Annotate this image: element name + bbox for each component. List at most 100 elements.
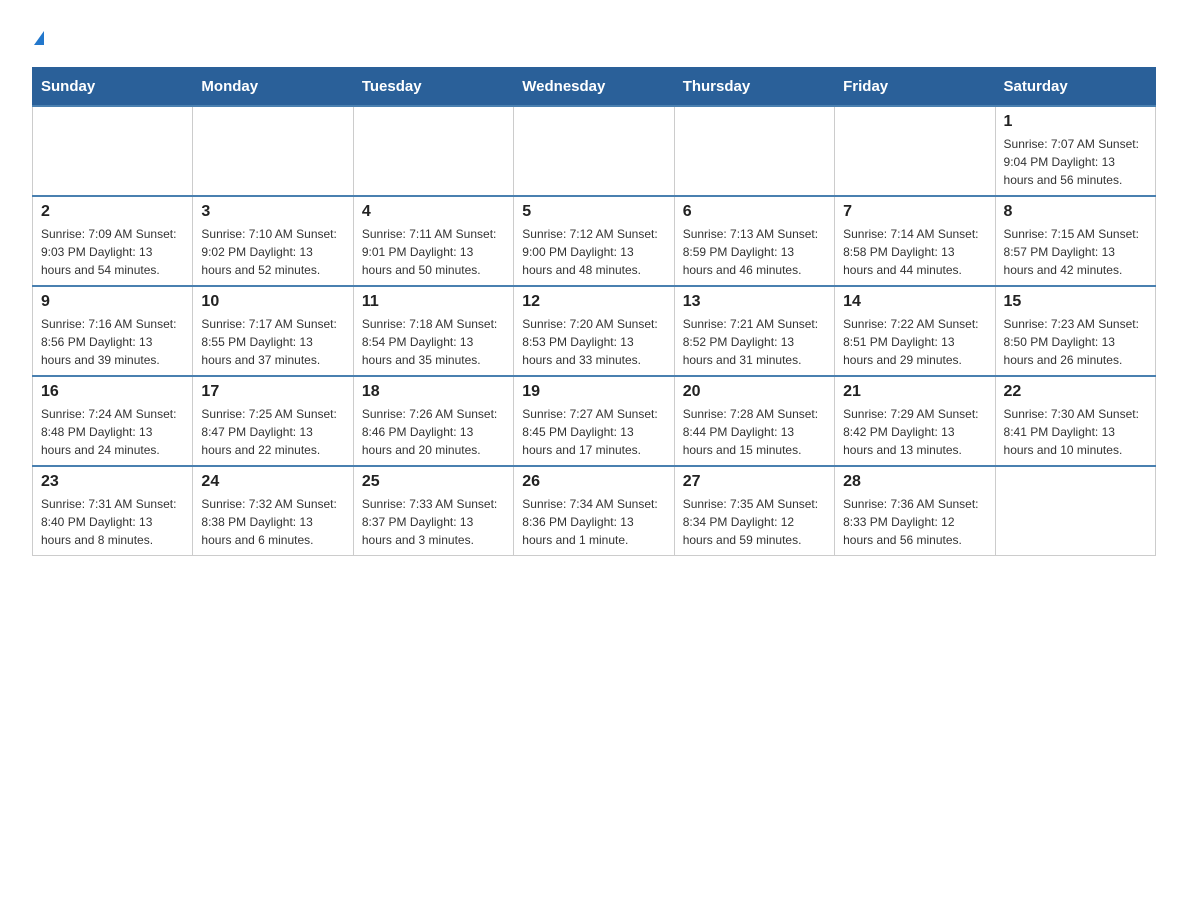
day-number: 24 — [201, 473, 344, 491]
day-cell: 20 Sunrise: 7:28 AM Sunset: 8:44 PM Dayli… — [674, 376, 834, 466]
day-number: 16 — [41, 383, 184, 401]
calendar-body: 1 Sunrise: 7:07 AM Sunset: 9:04 PM Daylig… — [33, 106, 1156, 556]
week-row-0: 1 Sunrise: 7:07 AM Sunset: 9:04 PM Daylig… — [33, 106, 1156, 196]
day-cell: 14 Sunrise: 7:22 AM Sunset: 8:51 PM Dayli… — [835, 286, 995, 376]
day-cell: 3 Sunrise: 7:10 AM Sunset: 9:02 PM Daylig… — [193, 196, 353, 286]
header-sunday: Sunday — [33, 68, 193, 107]
day-number: 26 — [522, 473, 665, 491]
day-number: 22 — [1004, 383, 1147, 401]
week-row-1: 2 Sunrise: 7:09 AM Sunset: 9:03 PM Daylig… — [33, 196, 1156, 286]
header-friday: Friday — [835, 68, 995, 107]
day-cell: 23 Sunrise: 7:31 AM Sunset: 8:40 PM Dayli… — [33, 466, 193, 556]
day-info: Sunrise: 7:29 AM Sunset: 8:42 PM Dayligh… — [843, 405, 986, 459]
week-row-2: 9 Sunrise: 7:16 AM Sunset: 8:56 PM Daylig… — [33, 286, 1156, 376]
day-number: 7 — [843, 203, 986, 221]
weekday-header-row: Sunday Monday Tuesday Wednesday Thursday… — [33, 68, 1156, 107]
day-cell: 26 Sunrise: 7:34 AM Sunset: 8:36 PM Dayli… — [514, 466, 674, 556]
day-cell: 19 Sunrise: 7:27 AM Sunset: 8:45 PM Dayli… — [514, 376, 674, 466]
day-number: 19 — [522, 383, 665, 401]
day-info: Sunrise: 7:09 AM Sunset: 9:03 PM Dayligh… — [41, 225, 184, 279]
day-info: Sunrise: 7:34 AM Sunset: 8:36 PM Dayligh… — [522, 495, 665, 549]
day-info: Sunrise: 7:36 AM Sunset: 8:33 PM Dayligh… — [843, 495, 986, 549]
day-info: Sunrise: 7:26 AM Sunset: 8:46 PM Dayligh… — [362, 405, 505, 459]
day-cell: 24 Sunrise: 7:32 AM Sunset: 8:38 PM Dayli… — [193, 466, 353, 556]
day-info: Sunrise: 7:32 AM Sunset: 8:38 PM Dayligh… — [201, 495, 344, 549]
day-number: 12 — [522, 293, 665, 311]
day-number: 3 — [201, 203, 344, 221]
day-cell: 27Sunrise: 7:35 AM Sunset: 8:34 PM Dayli… — [674, 466, 834, 556]
day-info: Sunrise: 7:17 AM Sunset: 8:55 PM Dayligh… — [201, 315, 344, 369]
day-info: Sunrise: 7:15 AM Sunset: 8:57 PM Dayligh… — [1004, 225, 1147, 279]
page-header — [32, 24, 1156, 47]
day-info: Sunrise: 7:27 AM Sunset: 8:45 PM Dayligh… — [522, 405, 665, 459]
header-saturday: Saturday — [995, 68, 1155, 107]
day-cell: 9 Sunrise: 7:16 AM Sunset: 8:56 PM Daylig… — [33, 286, 193, 376]
day-info: Sunrise: 7:33 AM Sunset: 8:37 PM Dayligh… — [362, 495, 505, 549]
day-cell: 21Sunrise: 7:29 AM Sunset: 8:42 PM Dayli… — [835, 376, 995, 466]
day-number: 18 — [362, 383, 505, 401]
day-cell — [33, 106, 193, 196]
day-cell: 12 Sunrise: 7:20 AM Sunset: 8:53 PM Dayli… — [514, 286, 674, 376]
header-monday: Monday — [193, 68, 353, 107]
header-thursday: Thursday — [674, 68, 834, 107]
logo — [32, 24, 44, 47]
day-info: Sunrise: 7:28 AM Sunset: 8:44 PM Dayligh… — [683, 405, 826, 459]
day-info: Sunrise: 7:16 AM Sunset: 8:56 PM Dayligh… — [41, 315, 184, 369]
day-info: Sunrise: 7:13 AM Sunset: 8:59 PM Dayligh… — [683, 225, 826, 279]
day-number: 20 — [683, 383, 826, 401]
calendar-header: Sunday Monday Tuesday Wednesday Thursday… — [33, 68, 1156, 107]
day-info: Sunrise: 7:10 AM Sunset: 9:02 PM Dayligh… — [201, 225, 344, 279]
day-cell: 4Sunrise: 7:11 AM Sunset: 9:01 PM Daylig… — [353, 196, 513, 286]
day-number: 25 — [362, 473, 505, 491]
day-number: 4 — [362, 203, 505, 221]
day-number: 5 — [522, 203, 665, 221]
day-number: 23 — [41, 473, 184, 491]
day-cell — [353, 106, 513, 196]
day-info: Sunrise: 7:35 AM Sunset: 8:34 PM Dayligh… — [683, 495, 826, 549]
header-wednesday: Wednesday — [514, 68, 674, 107]
day-number: 9 — [41, 293, 184, 311]
day-cell — [193, 106, 353, 196]
calendar-table: Sunday Monday Tuesday Wednesday Thursday… — [32, 67, 1156, 556]
day-cell — [674, 106, 834, 196]
day-number: 14 — [843, 293, 986, 311]
day-cell: 6 Sunrise: 7:13 AM Sunset: 8:59 PM Daylig… — [674, 196, 834, 286]
day-cell: 2 Sunrise: 7:09 AM Sunset: 9:03 PM Daylig… — [33, 196, 193, 286]
day-info: Sunrise: 7:07 AM Sunset: 9:04 PM Dayligh… — [1004, 135, 1147, 189]
day-cell: 11Sunrise: 7:18 AM Sunset: 8:54 PM Dayli… — [353, 286, 513, 376]
day-number: 28 — [843, 473, 986, 491]
day-cell: 7Sunrise: 7:14 AM Sunset: 8:58 PM Daylig… — [835, 196, 995, 286]
day-cell: 28 Sunrise: 7:36 AM Sunset: 8:33 PM Dayli… — [835, 466, 995, 556]
day-cell — [514, 106, 674, 196]
day-number: 1 — [1004, 113, 1147, 131]
day-cell: 1 Sunrise: 7:07 AM Sunset: 9:04 PM Daylig… — [995, 106, 1155, 196]
logo-triangle-icon — [34, 31, 44, 45]
day-cell: 17 Sunrise: 7:25 AM Sunset: 8:47 PM Dayli… — [193, 376, 353, 466]
day-number: 17 — [201, 383, 344, 401]
day-info: Sunrise: 7:31 AM Sunset: 8:40 PM Dayligh… — [41, 495, 184, 549]
day-number: 8 — [1004, 203, 1147, 221]
day-cell: 15 Sunrise: 7:23 AM Sunset: 8:50 PM Dayli… — [995, 286, 1155, 376]
day-info: Sunrise: 7:18 AM Sunset: 8:54 PM Dayligh… — [362, 315, 505, 369]
day-number: 2 — [41, 203, 184, 221]
week-row-3: 16 Sunrise: 7:24 AM Sunset: 8:48 PM Dayli… — [33, 376, 1156, 466]
day-info: Sunrise: 7:23 AM Sunset: 8:50 PM Dayligh… — [1004, 315, 1147, 369]
day-info: Sunrise: 7:25 AM Sunset: 8:47 PM Dayligh… — [201, 405, 344, 459]
day-cell: 22 Sunrise: 7:30 AM Sunset: 8:41 PM Dayli… — [995, 376, 1155, 466]
day-number: 13 — [683, 293, 826, 311]
day-cell: 13 Sunrise: 7:21 AM Sunset: 8:52 PM Dayli… — [674, 286, 834, 376]
day-info: Sunrise: 7:20 AM Sunset: 8:53 PM Dayligh… — [522, 315, 665, 369]
day-info: Sunrise: 7:30 AM Sunset: 8:41 PM Dayligh… — [1004, 405, 1147, 459]
day-number: 6 — [683, 203, 826, 221]
day-number: 15 — [1004, 293, 1147, 311]
day-info: Sunrise: 7:22 AM Sunset: 8:51 PM Dayligh… — [843, 315, 986, 369]
day-info: Sunrise: 7:21 AM Sunset: 8:52 PM Dayligh… — [683, 315, 826, 369]
day-cell: 5Sunrise: 7:12 AM Sunset: 9:00 PM Daylig… — [514, 196, 674, 286]
day-cell: 8 Sunrise: 7:15 AM Sunset: 8:57 PM Daylig… — [995, 196, 1155, 286]
week-row-4: 23 Sunrise: 7:31 AM Sunset: 8:40 PM Dayli… — [33, 466, 1156, 556]
day-cell: 10 Sunrise: 7:17 AM Sunset: 8:55 PM Dayli… — [193, 286, 353, 376]
day-cell — [995, 466, 1155, 556]
day-number: 10 — [201, 293, 344, 311]
day-cell: 16 Sunrise: 7:24 AM Sunset: 8:48 PM Dayli… — [33, 376, 193, 466]
day-info: Sunrise: 7:24 AM Sunset: 8:48 PM Dayligh… — [41, 405, 184, 459]
